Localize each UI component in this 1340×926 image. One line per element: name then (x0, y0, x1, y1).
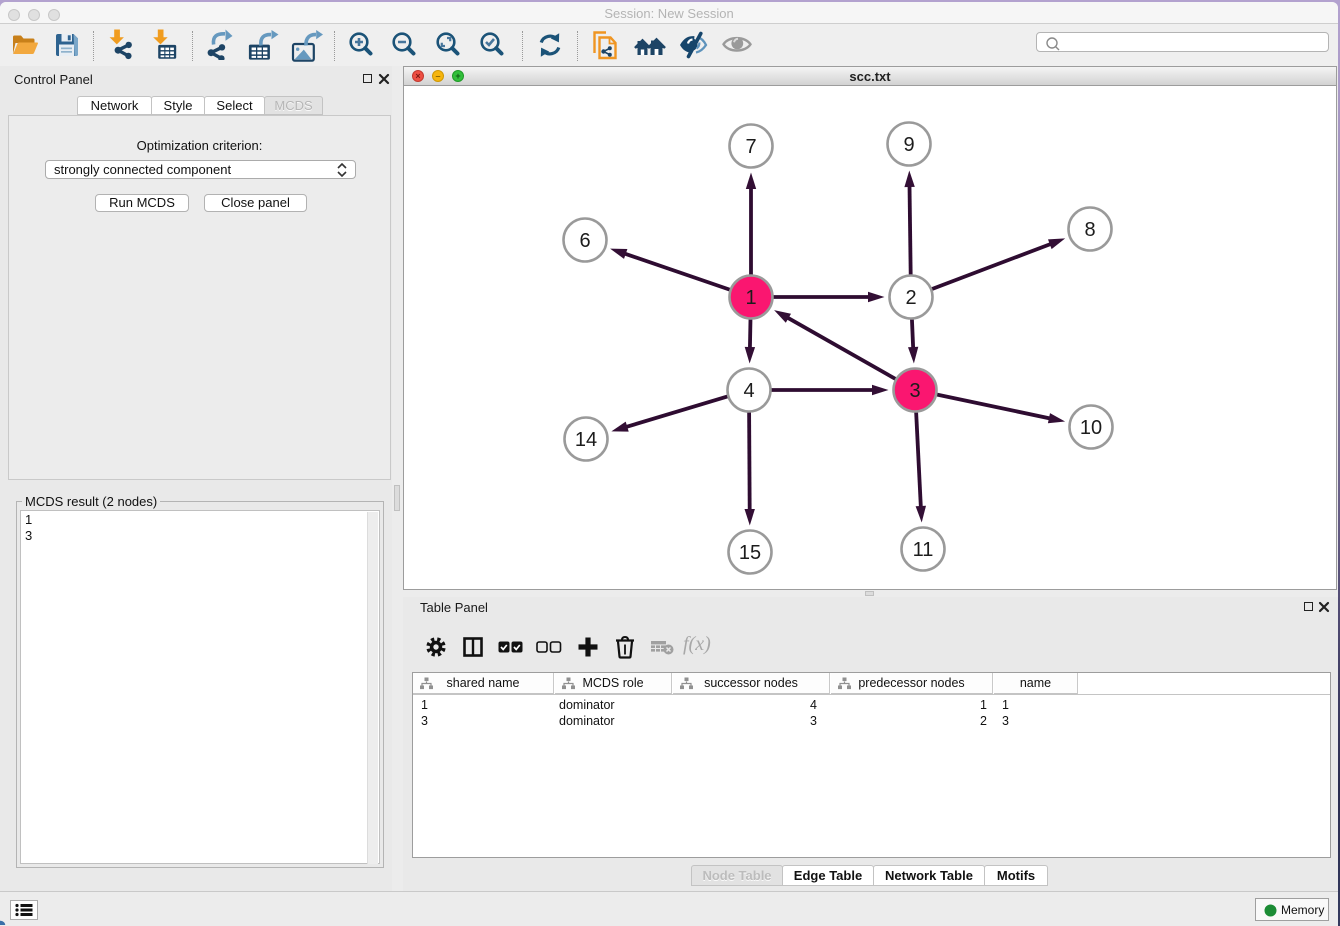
svg-text:9: 9 (903, 134, 914, 156)
svg-text:1: 1 (745, 287, 756, 309)
svg-text:10: 10 (1080, 417, 1102, 439)
svg-text:3: 3 (909, 380, 920, 402)
svg-text:4: 4 (743, 380, 754, 402)
svg-text:6: 6 (579, 230, 590, 252)
svg-text:14: 14 (575, 429, 597, 451)
svg-text:15: 15 (739, 542, 761, 564)
svg-text:7: 7 (745, 136, 756, 158)
svg-text:11: 11 (913, 539, 934, 561)
svg-text:8: 8 (1084, 219, 1095, 241)
svg-text:2: 2 (905, 287, 916, 309)
